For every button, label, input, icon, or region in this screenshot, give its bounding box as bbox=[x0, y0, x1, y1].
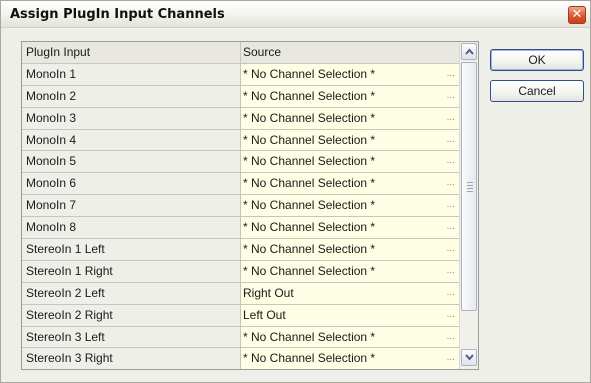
source-cell[interactable]: * No Channel Selection *... bbox=[241, 326, 459, 348]
source-cell[interactable]: * No Channel Selection *... bbox=[241, 129, 459, 151]
source-value: * No Channel Selection * bbox=[243, 110, 376, 125]
table-row[interactable]: MonoIn 7 * No Channel Selection *... bbox=[22, 195, 459, 218]
plugin-input-cell: MonoIn 1 bbox=[22, 63, 241, 85]
window-title: Assign PlugIn Input Channels bbox=[10, 7, 225, 22]
plugin-input-cell: StereoIn 2 Left bbox=[22, 282, 241, 304]
plugin-input-cell: MonoIn 4 bbox=[22, 129, 241, 151]
plugin-input-cell: StereoIn 2 Right bbox=[22, 304, 241, 326]
source-cell[interactable]: * No Channel Selection *... bbox=[241, 151, 459, 173]
plugin-input-cell: StereoIn 1 Left bbox=[22, 239, 241, 260]
source-value: * No Channel Selection * bbox=[243, 176, 376, 191]
table-row[interactable]: MonoIn 5 * No Channel Selection *... bbox=[22, 151, 459, 174]
source-cell[interactable]: * No Channel Selection *... bbox=[241, 85, 459, 107]
title-bar[interactable]: Assign PlugIn Input Channels ✕ bbox=[1, 1, 590, 28]
source-value: Left Out bbox=[243, 307, 286, 322]
plugin-input-cell: MonoIn 5 bbox=[22, 151, 241, 173]
browse-ellipsis-button[interactable]: ... bbox=[447, 151, 455, 171]
source-cell[interactable]: * No Channel Selection *... bbox=[241, 260, 459, 282]
browse-ellipsis-button[interactable]: ... bbox=[447, 86, 455, 106]
table-row[interactable]: StereoIn 3 Right * No Channel Selection *… bbox=[22, 348, 459, 369]
source-cell[interactable]: Left Out... bbox=[241, 304, 459, 326]
source-cell[interactable]: * No Channel Selection *... bbox=[241, 63, 459, 85]
table-row[interactable]: StereoIn 2 Right Left Out... bbox=[22, 304, 459, 327]
source-value: * No Channel Selection * bbox=[243, 66, 376, 81]
column-header-plugin-input[interactable]: PlugIn Input bbox=[22, 42, 241, 63]
plugin-input-cell: MonoIn 7 bbox=[22, 195, 241, 217]
table-row[interactable]: StereoIn 2 Left Right Out... bbox=[22, 282, 459, 305]
source-value: * No Channel Selection * bbox=[243, 329, 376, 344]
source-cell[interactable]: Right Out... bbox=[241, 282, 459, 304]
plugin-input-cell: StereoIn 3 Right bbox=[22, 348, 241, 369]
browse-ellipsis-button[interactable]: ... bbox=[447, 64, 455, 84]
source-cell[interactable]: * No Channel Selection *... bbox=[241, 173, 459, 195]
cancel-button[interactable]: Cancel bbox=[490, 80, 584, 102]
browse-ellipsis-button[interactable]: ... bbox=[447, 195, 455, 215]
table-row[interactable]: StereoIn 1 Left * No Channel Selection *.… bbox=[22, 239, 459, 261]
browse-ellipsis-button[interactable]: ... bbox=[447, 305, 455, 325]
chevron-down-icon bbox=[465, 354, 474, 361]
table-row[interactable]: MonoIn 3 * No Channel Selection *... bbox=[22, 107, 459, 130]
browse-ellipsis-button[interactable]: ... bbox=[447, 327, 455, 347]
source-value: * No Channel Selection * bbox=[243, 154, 376, 169]
table-row[interactable]: MonoIn 8 * No Channel Selection *... bbox=[22, 217, 459, 240]
source-value: * No Channel Selection * bbox=[243, 263, 376, 278]
source-cell[interactable]: * No Channel Selection *... bbox=[241, 348, 459, 369]
browse-ellipsis-button[interactable]: ... bbox=[447, 239, 455, 259]
table-row[interactable]: MonoIn 4 * No Channel Selection *... bbox=[22, 129, 459, 152]
column-header-source[interactable]: Source bbox=[241, 42, 459, 63]
plugin-input-cell: MonoIn 3 bbox=[22, 107, 241, 129]
browse-ellipsis-button[interactable]: ... bbox=[447, 217, 455, 237]
thumb-grip-icon bbox=[467, 182, 473, 194]
plugin-input-cell: MonoIn 6 bbox=[22, 173, 241, 195]
source-value: Right Out bbox=[243, 285, 294, 300]
source-value: * No Channel Selection * bbox=[243, 242, 376, 257]
browse-ellipsis-button[interactable]: ... bbox=[447, 130, 455, 150]
close-button[interactable]: ✕ bbox=[568, 6, 586, 24]
scrollbar-thumb[interactable] bbox=[461, 62, 477, 311]
table-row[interactable]: StereoIn 3 Left * No Channel Selection *.… bbox=[22, 326, 459, 349]
channel-grid: PlugIn Input Source MonoIn 1 * No Channel… bbox=[21, 41, 479, 370]
plugin-input-cell: MonoIn 2 bbox=[22, 85, 241, 107]
source-cell[interactable]: * No Channel Selection *... bbox=[241, 195, 459, 217]
browse-ellipsis-button[interactable]: ... bbox=[447, 261, 455, 281]
scroll-up-button[interactable] bbox=[461, 43, 477, 60]
browse-ellipsis-button[interactable]: ... bbox=[447, 348, 455, 368]
browse-ellipsis-button[interactable]: ... bbox=[447, 173, 455, 193]
source-value: * No Channel Selection * bbox=[243, 88, 376, 103]
close-icon: ✕ bbox=[571, 7, 583, 22]
source-value: * No Channel Selection * bbox=[243, 132, 376, 147]
scroll-down-button[interactable] bbox=[461, 349, 477, 366]
source-value: * No Channel Selection * bbox=[243, 220, 376, 235]
table-row[interactable]: MonoIn 6 * No Channel Selection *... bbox=[22, 173, 459, 196]
plugin-input-cell: StereoIn 1 Right bbox=[22, 260, 241, 282]
plugin-input-cell: MonoIn 8 bbox=[22, 217, 241, 239]
browse-ellipsis-button[interactable]: ... bbox=[447, 108, 455, 128]
chevron-up-icon bbox=[465, 48, 474, 55]
browse-ellipsis-button[interactable]: ... bbox=[447, 283, 455, 303]
grid-body: PlugIn Input Source MonoIn 1 * No Channel… bbox=[22, 42, 459, 369]
table-row[interactable]: StereoIn 1 Right * No Channel Selection *… bbox=[22, 260, 459, 283]
plugin-input-cell: StereoIn 3 Left bbox=[22, 326, 241, 348]
grid-header: PlugIn Input Source bbox=[22, 42, 459, 64]
ok-button[interactable]: OK bbox=[490, 49, 584, 71]
source-value: * No Channel Selection * bbox=[243, 351, 376, 366]
source-value: * No Channel Selection * bbox=[243, 198, 376, 213]
table-row[interactable]: MonoIn 1 * No Channel Selection *... bbox=[22, 63, 459, 86]
source-cell[interactable]: * No Channel Selection *... bbox=[241, 107, 459, 129]
assign-plugin-dialog: Assign PlugIn Input Channels ✕ PlugIn In… bbox=[0, 0, 591, 383]
vertical-scrollbar[interactable] bbox=[459, 42, 478, 369]
source-cell[interactable]: * No Channel Selection *... bbox=[241, 239, 459, 260]
table-row[interactable]: MonoIn 2 * No Channel Selection *... bbox=[22, 85, 459, 108]
source-cell[interactable]: * No Channel Selection *... bbox=[241, 217, 459, 239]
